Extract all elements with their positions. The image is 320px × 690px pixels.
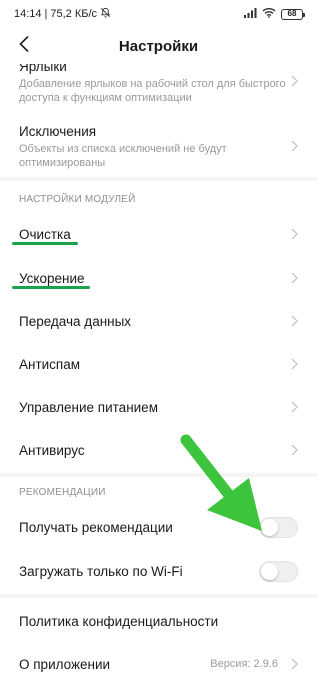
highlight-underline — [12, 286, 90, 289]
chevron-right-icon — [288, 271, 298, 285]
privacy-policy-row[interactable]: Политика конфиденциальности — [0, 600, 317, 642]
row-texts: Загружать только по Wi-Fi — [19, 563, 259, 580]
status-time: 14:14 — [14, 8, 42, 20]
status-left: 14:14 | 75,2 КБ/с — [14, 7, 111, 21]
chevron-right-icon — [288, 357, 298, 371]
module-item-label: Антивирус — [19, 442, 85, 458]
signal-icon — [244, 7, 257, 21]
module-item-texts: Антиспам — [19, 356, 288, 373]
section-divider — [0, 594, 317, 598]
chevron-right-icon — [288, 657, 298, 671]
module-item-label: Передача данных — [19, 313, 132, 329]
version-label: Версия: 2.9.6 — [210, 658, 278, 670]
exclusions-title: Исключения — [19, 123, 97, 139]
module-item-label: Управление питанием — [19, 399, 158, 415]
row-label: Загружать только по Wi-Fi — [19, 563, 183, 579]
shortcuts-subtitle: Добавление ярлыков на рабочий стол для б… — [19, 77, 286, 104]
row-texts: Получать рекомендации — [19, 519, 259, 536]
module-item-texts: Очистка — [19, 226, 288, 243]
chevron-right-icon — [288, 314, 298, 328]
section-divider — [0, 473, 317, 477]
row-texts: Политика конфиденциальности — [19, 613, 298, 630]
battery-level: 68 — [287, 9, 297, 18]
back-arrow-icon — [18, 35, 30, 58]
recommendations-section-header: РЕКОМЕНДАЦИИ — [19, 487, 106, 498]
get-recommendations-toggle[interactable] — [259, 516, 298, 538]
status-separator: | — [44, 8, 48, 20]
module-item-texts: Ускорение — [19, 270, 288, 287]
page-title: Настройки — [118, 37, 199, 55]
module-item-texts: Передача данных — [19, 313, 288, 330]
module-item-power[interactable]: Управление питанием — [0, 386, 317, 428]
section-divider — [0, 177, 317, 181]
exclusions-texts: Исключения Объекты из списка исключений … — [19, 123, 288, 170]
battery-icon: 68 — [281, 8, 305, 20]
modules-section-header: НАСТРОЙКИ МОДУЛЕЙ — [19, 194, 136, 205]
module-item-antispam[interactable]: Антиспам — [0, 343, 317, 385]
row-label: Получать рекомендации — [19, 519, 173, 535]
chevron-right-icon — [288, 443, 298, 457]
toggle-knob — [261, 562, 278, 580]
shortcuts-row[interactable]: Ярлыки Добавление ярлыков на рабочий сто… — [0, 64, 317, 107]
toggle-knob — [261, 518, 278, 536]
module-item-label: Очистка — [19, 226, 71, 242]
module-item-label: Антиспам — [19, 356, 81, 372]
module-item-label: Ускорение — [19, 270, 85, 286]
settings-screen: 14:14 | 75,2 КБ/с 68 Настройки Ярлыки До… — [0, 0, 317, 690]
module-item-antivirus[interactable]: Антивирус — [0, 429, 317, 471]
chevron-right-icon — [288, 74, 298, 88]
chevron-right-icon — [288, 227, 298, 241]
module-item-cleanup[interactable]: Очистка — [0, 213, 317, 255]
status-speed: 75,2 КБ/с — [50, 8, 98, 20]
module-item-data-transfer[interactable]: Передача данных — [0, 300, 317, 342]
chevron-right-icon — [288, 139, 298, 153]
exclusions-row[interactable]: Исключения Объекты из списка исключений … — [0, 119, 317, 173]
shortcuts-texts: Ярлыки Добавление ярлыков на рабочий сто… — [19, 64, 288, 105]
row-label: О приложении — [19, 656, 111, 672]
get-recommendations-row: Получать рекомендации — [0, 506, 317, 548]
back-button[interactable] — [12, 34, 36, 58]
row-label: Политика конфиденциальности — [19, 613, 219, 629]
shortcuts-title: Ярлыки — [19, 64, 67, 74]
highlight-underline — [12, 242, 78, 245]
status-right: 68 — [244, 7, 305, 21]
wifi-only-row: Загружать только по Wi-Fi — [0, 550, 317, 592]
wifi-only-toggle[interactable] — [259, 560, 298, 582]
settings-list[interactable]: Ярлыки Добавление ярлыков на рабочий сто… — [0, 64, 317, 690]
module-item-acceleration[interactable]: Ускорение — [0, 257, 317, 299]
chevron-right-icon — [288, 400, 298, 414]
module-item-texts: Управление питанием — [19, 399, 288, 416]
wifi-icon — [262, 7, 276, 21]
mute-bell-icon — [100, 7, 111, 21]
about-app-row[interactable]: О приложении Версия: 2.9.6 — [0, 643, 317, 685]
status-bar: 14:14 | 75,2 КБ/с 68 — [0, 0, 317, 28]
row-texts: О приложении — [19, 656, 210, 673]
exclusions-subtitle: Объекты из списка исключений не будут оп… — [19, 142, 227, 169]
module-item-texts: Антивирус — [19, 442, 288, 459]
header-bar: Настройки — [0, 28, 317, 64]
